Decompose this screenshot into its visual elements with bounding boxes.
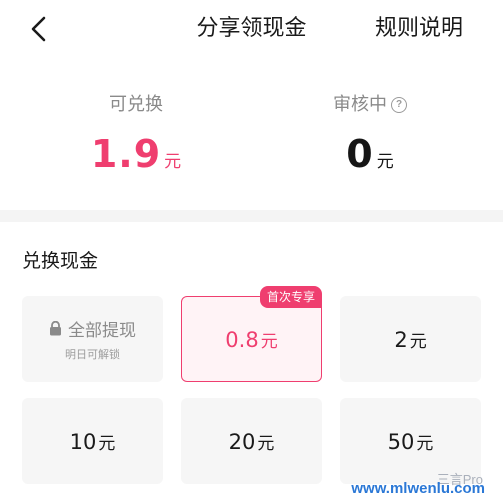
unlock-tomorrow-note: 明日可解锁 [65,348,120,361]
option-unit: 元 [416,433,434,454]
reviewing-unit: 元 [376,152,394,172]
option-tile-20[interactable]: 20 元 [181,398,322,484]
option-unit: 元 [98,433,116,454]
option-unit: 元 [409,331,427,352]
reviewing-value: 0元 [270,132,470,184]
option-value: 2 [394,327,408,352]
option-value: 50 [387,429,415,454]
watermark-url: www.mlwenlu.com [351,480,485,497]
exchange-section-title: 兑换现金 [22,250,99,272]
option-value: 0.8 [225,327,259,352]
section-divider [0,210,503,222]
option-unit: 元 [257,433,275,454]
redeemable-unit: 元 [164,152,182,172]
lock-icon [50,321,61,336]
option-amount: 50 元 [388,429,434,454]
redeemable-stat: 可兑换 1.9 元 [36,92,236,184]
option-tile-2[interactable]: 2元 [340,296,481,382]
reviewing-stat: 审核中 ? 0元 [270,92,470,184]
option-amount: 0.8 元 [225,327,277,352]
withdraw-all-label: 全部提现 [68,321,136,341]
question-circle-icon[interactable]: ? [391,97,407,113]
reviewing-label: 审核中 [333,94,387,115]
withdraw-all-tile[interactable]: 全部提现 明日可解锁 [22,296,163,382]
option-amount: 2元 [394,327,426,352]
first-time-badge: 首次专享 [259,286,322,308]
redeemable-value: 1.9 元 [36,132,236,184]
option-tile-10[interactable]: 10 元 [22,398,163,484]
redeemable-label: 可兑换 [109,94,163,115]
option-amount: 10 元 [70,429,116,454]
option-amount: 20 元 [229,429,275,454]
option-value: 20 [228,429,256,454]
reviewing-label-row: 审核中 ? [270,92,470,118]
header-bar: 分享领现金 规则说明 [0,0,503,62]
option-tile-0-8[interactable]: 首次专享 0.8 元 [181,286,322,382]
rules-link[interactable]: 规则说明 [375,14,463,44]
redeemable-amount: 1.9 [90,132,162,176]
reviewing-amount: 0 [346,132,374,176]
option-unit: 元 [260,331,278,352]
withdraw-all-row: 全部提现 [49,316,136,341]
option-value: 10 [69,429,97,454]
